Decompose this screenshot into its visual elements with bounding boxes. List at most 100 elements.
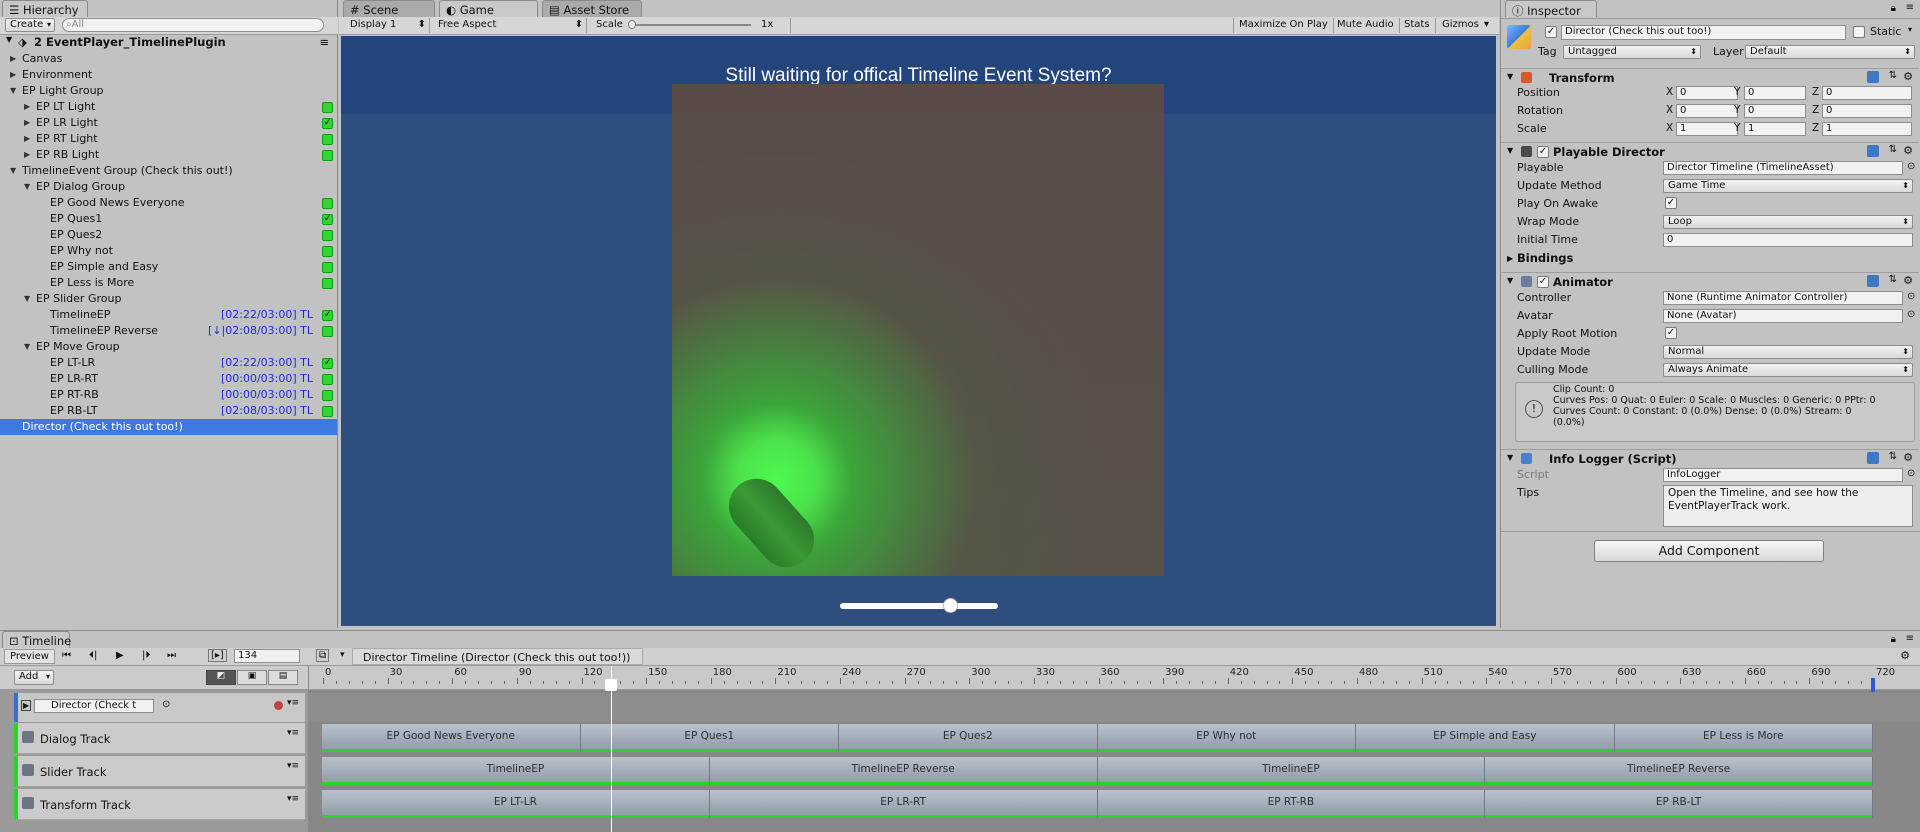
enabled-checkbox[interactable]: ✓ (1537, 146, 1549, 158)
hierarchy-tab[interactable]: ☰ Hierarchy (2, 0, 88, 17)
gear-icon[interactable]: ⚙ (1903, 144, 1913, 157)
fold-open-icon[interactable]: ▼ (1507, 72, 1513, 81)
goto-start-icon[interactable]: ⏮ (62, 650, 71, 661)
breadcrumb[interactable]: Director Timeline (Director (Check this … (352, 648, 644, 665)
fold-open-icon[interactable]: ▼ (10, 83, 16, 99)
event-active-icon[interactable] (322, 262, 333, 273)
lock-icon[interactable]: 🔒︎ (1891, 3, 1896, 14)
timeline-clip[interactable]: EP Simple and Easy (1356, 724, 1615, 752)
transform-z-field[interactable]: 1 (1822, 122, 1912, 136)
timeline-clip[interactable]: EP RB-LT (1485, 790, 1873, 818)
hierarchy-item[interactable]: EP Good News Everyone (0, 195, 337, 211)
apply-root-motion-checkbox[interactable]: ✓ (1665, 327, 1677, 339)
target-icon[interactable]: ⊙ (1907, 291, 1915, 302)
next-frame-icon[interactable]: |⏵ (142, 650, 150, 661)
fold-open-icon[interactable]: ▼ (1507, 453, 1513, 462)
hierarchy-item[interactable]: ▼ EP Move Group (0, 339, 337, 355)
ui-slider-handle[interactable] (942, 598, 958, 613)
record-icon[interactable] (274, 701, 283, 710)
target-icon[interactable]: ⊙ (1907, 468, 1915, 479)
hierarchy-item[interactable]: ▶ Environment (0, 67, 337, 83)
layer-dropdown[interactable]: Default ⬍ (1745, 45, 1915, 59)
fold-icon[interactable]: ▶ (21, 700, 32, 711)
fold-open-icon[interactable]: ▼ (24, 179, 30, 195)
event-checked-icon[interactable]: ✓ (322, 118, 333, 129)
timeline-clip[interactable]: TimelineEP Reverse (1485, 757, 1873, 785)
component-header[interactable]: ▼ ✓ Playable Director ⇅ ⚙ (1501, 142, 1919, 160)
hierarchy-search-input[interactable]: ⌕All (62, 18, 324, 32)
curves-toggle[interactable]: ◩ (206, 670, 236, 685)
object-name-field[interactable]: Director (Check this out too!) (1561, 25, 1846, 40)
hierarchy-item[interactable]: ▶ EP RB Light (0, 147, 337, 163)
transform-y-field[interactable]: 0 (1744, 104, 1806, 118)
component-header[interactable]: ▼ Info Logger (Script) ⇅ ⚙ (1501, 449, 1919, 467)
event-checked-icon[interactable]: ✓ (322, 214, 333, 225)
event-active-icon[interactable] (322, 198, 333, 209)
hierarchy-item[interactable]: ▼ EP Light Group (0, 83, 337, 99)
timeline-clip[interactable]: EP RT-RB (1097, 790, 1486, 818)
aspect-dropdown[interactable]: Free Aspect ⬍ (433, 18, 587, 33)
event-active-icon[interactable] (322, 150, 333, 161)
static-dropdown-arrow[interactable]: ▾ (1908, 25, 1912, 34)
controller-field[interactable]: None (Runtime Animator Controller) (1663, 291, 1903, 305)
track-menu-icon[interactable]: ▾≡ (287, 761, 299, 771)
active-checkbox[interactable]: ✓ (1545, 26, 1557, 38)
transform-x-field[interactable]: 0 (1676, 104, 1738, 118)
timeline-tab[interactable]: ⊡ Timeline (2, 631, 71, 648)
transform-z-field[interactable]: 0 (1822, 104, 1912, 118)
hierarchy-item[interactable]: ▶ EP RT Light (0, 131, 337, 147)
add-track-dropdown[interactable]: Add ▾ (14, 670, 54, 685)
preset-icon[interactable]: ⇅ (1889, 70, 1897, 81)
help-book-icon[interactable] (1867, 275, 1879, 287)
update-method-dropdown[interactable]: Game Time ⬍ (1663, 179, 1913, 193)
play-on-awake-checkbox[interactable]: ✓ (1665, 197, 1677, 209)
hierarchy-item[interactable]: TimelineEP [02:22/03:00] TL ✓ (0, 307, 337, 323)
timeline-clip[interactable]: EP Ques2 (839, 724, 1098, 752)
event-checked-icon[interactable]: ✓ (322, 310, 333, 321)
enabled-checkbox[interactable]: ✓ (1537, 276, 1549, 288)
fold-closed-icon[interactable]: ▶ (24, 99, 30, 115)
event-active-icon[interactable] (322, 406, 333, 417)
timeline-clip[interactable]: EP Ques1 (580, 724, 839, 752)
hierarchy-item[interactable]: EP Why not (0, 243, 337, 259)
fold-open-icon[interactable]: ▼ (24, 339, 30, 355)
inspector-tab[interactable]: ⓘ Inspector (1505, 0, 1597, 18)
scene-row[interactable]: ▼ ⬗ 2 EventPlayer_TimelinePlugin ≡ (0, 35, 337, 51)
timeline-clip[interactable]: TimelineEP Reverse (709, 757, 1098, 785)
event-active-icon[interactable] (322, 278, 333, 289)
frame-field[interactable]: 134 (234, 649, 300, 663)
transform-x-field[interactable]: 0 (1676, 86, 1738, 100)
transform-z-field[interactable]: 0 (1822, 86, 1912, 100)
fold-closed-icon[interactable]: ▶ (24, 131, 30, 147)
hierarchy-item[interactable]: ▶ EP LT Light (0, 99, 337, 115)
tab-asset-store[interactable]: ▤ Asset Store (542, 0, 642, 17)
event-active-icon[interactable] (322, 102, 333, 113)
preset-icon[interactable]: ⇅ (1889, 274, 1897, 285)
event-active-icon[interactable] (322, 246, 333, 257)
track-menu-icon[interactable]: ▾≡ (287, 698, 299, 708)
play-icon[interactable]: ▶ (116, 650, 124, 661)
gear-icon[interactable]: ⚙ (1903, 451, 1913, 464)
fold-closed-icon[interactable]: ▶ (24, 147, 30, 163)
hierarchy-item[interactable]: EP Simple and Easy (0, 259, 337, 275)
event-active-icon[interactable] (322, 374, 333, 385)
fold-closed-icon[interactable]: ▶ (10, 51, 16, 67)
markers-toggle[interactable]: ▤ (268, 670, 298, 685)
wrap-mode-dropdown[interactable]: Loop ⬍ (1663, 215, 1913, 229)
fold-open-icon[interactable]: ▼ (10, 163, 16, 179)
event-active-icon[interactable] (322, 326, 333, 337)
hierarchy-item[interactable]: EP LR-RT [00:00/03:00] TL (0, 371, 337, 387)
mute-audio-toggle[interactable]: Mute Audio (1332, 18, 1400, 33)
target-icon[interactable]: ⊙ (1907, 161, 1915, 172)
fold-open-icon[interactable]: ▼ (1507, 276, 1513, 285)
timeline-clip[interactable]: EP LT-LR (322, 790, 710, 818)
stats-toggle[interactable]: Stats (1399, 18, 1436, 33)
display-dropdown[interactable]: Display 1 ⬍ (345, 18, 430, 33)
initial-time-field[interactable]: 0 (1663, 233, 1913, 247)
director-binding-field[interactable]: Director (Check t (34, 699, 154, 713)
component-header[interactable]: ▼ Transform ⇅ ⚙ (1501, 68, 1919, 86)
hierarchy-item[interactable]: EP RT-RB [00:00/03:00] TL (0, 387, 337, 403)
track-header[interactable]: Transform Track ▾≡ (14, 789, 305, 820)
transform-y-field[interactable]: 0 (1744, 86, 1806, 100)
tab-scene[interactable]: # Scene (343, 0, 435, 17)
